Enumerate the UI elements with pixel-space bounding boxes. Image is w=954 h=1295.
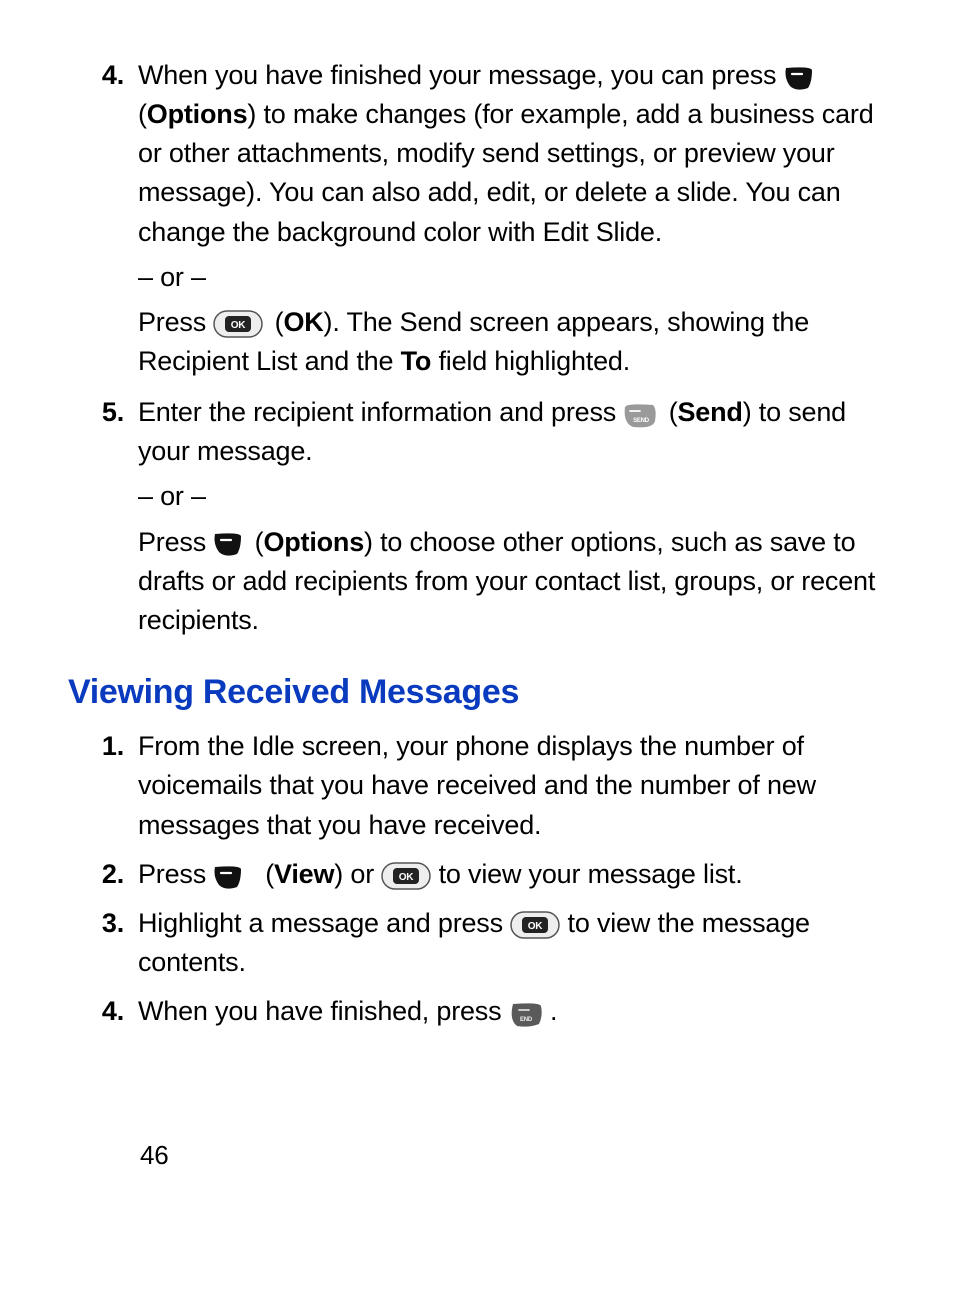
text: Press [138,527,213,557]
or-separator: – or – [138,258,894,297]
list-number: 5. [68,393,138,646]
text: ) to make changes (for example, add a bu… [138,99,874,246]
text: Highlight a message and press [138,908,510,938]
list-number: 4. [68,992,138,1037]
instruction-list-2: 1. From the Idle screen, your phone disp… [68,727,894,1037]
list-body: When you have finished, press END . [138,992,894,1037]
instruction-list-1: 4. When you have finished your message, … [68,56,894,646]
text: field highlighted. [431,346,630,376]
svg-text:OK: OK [231,320,247,331]
text: When you have finished your message, you… [138,60,784,90]
list-body: When you have finished your message, you… [138,56,894,387]
list-number: 3. [68,904,138,988]
right-softkey-icon [784,64,814,90]
list-item: 4. When you have finished your message, … [68,56,894,387]
ok-key-icon: OK [213,310,263,338]
list-body: From the Idle screen, your phone display… [138,727,894,850]
ok-key-icon: OK [510,911,560,939]
list-item: 1. From the Idle screen, your phone disp… [68,727,894,850]
svg-text:OK: OK [399,872,415,883]
list-body: Enter the recipient information and pres… [138,393,894,646]
list-body: Highlight a message and press OK to view… [138,904,894,988]
list-item: 5. Enter the recipient information and p… [68,393,894,646]
section-heading: Viewing Received Messages [68,668,894,717]
right-softkey-icon [213,530,243,556]
ok-key-icon: OK [381,862,431,890]
svg-text:OK: OK [528,921,544,932]
list-number: 4. [68,56,138,387]
bold-text: Options [263,527,364,557]
list-item: 4. When you have finished, press END . [68,992,894,1037]
svg-text:END: END [520,1017,533,1023]
list-number: 2. [68,855,138,900]
list-item: 2. Press (View) or OK to view your messa… [68,855,894,900]
manual-page: 4. When you have finished your message, … [0,0,954,1295]
text: . [550,996,557,1026]
text: ) to choose other options, such as save … [138,527,875,635]
list-item: 3. Highlight a message and press OK to v… [68,904,894,988]
bold-text: OK [283,307,323,337]
text: Press [138,307,213,337]
text: ) or [334,859,381,889]
bold-text: Send [677,397,742,427]
send-key-icon: SEND [623,401,657,427]
text: to view your message list. [439,859,743,889]
text: When you have finished, press [138,996,509,1026]
or-separator: – or – [138,477,894,516]
bold-text: Options [147,99,248,129]
bold-text: To [401,346,432,376]
text: Enter the recipient information and pres… [138,397,623,427]
bold-text: View [274,859,334,889]
svg-text:SEND: SEND [633,418,650,424]
text: From the Idle screen, your phone display… [138,727,894,844]
end-key-icon: END [509,1000,543,1026]
list-number: 1. [68,727,138,850]
list-body: Press (View) or OK to view your message … [138,855,894,900]
text: Press [138,859,213,889]
page-number: 46 [140,1137,169,1175]
right-softkey-icon [213,863,243,889]
